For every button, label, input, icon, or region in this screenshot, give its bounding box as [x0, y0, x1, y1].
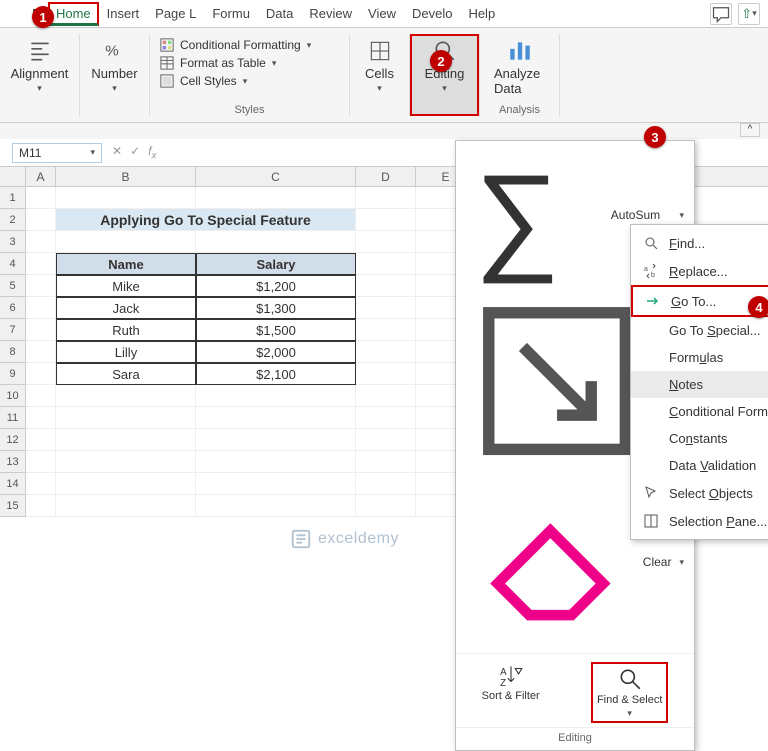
step-badge-1: 1 [32, 6, 54, 28]
menu-selection-pane[interactable]: Selection Pane... [631, 507, 768, 535]
watermark: exceldemy [290, 528, 399, 550]
menu-find[interactable]: Find... [631, 229, 768, 257]
cancel-formula-icon[interactable]: ✕ [112, 144, 122, 161]
comments-icon[interactable] [710, 3, 732, 25]
magnifier-icon [617, 666, 643, 692]
row-header[interactable]: 12 [0, 429, 26, 451]
table-cell[interactable]: $1,500 [196, 319, 356, 341]
tab-developer[interactable]: Develo [404, 2, 460, 25]
analysis-group-label: Analysis [499, 104, 540, 116]
row-header[interactable]: 6 [0, 297, 26, 319]
pane-icon [643, 513, 659, 529]
row-header[interactable]: 10 [0, 385, 26, 407]
row-header[interactable]: 15 [0, 495, 26, 517]
row-header[interactable]: 7 [0, 319, 26, 341]
menu-data-validation[interactable]: Data Validation [631, 452, 768, 479]
fx-icon[interactable]: fx [148, 144, 156, 161]
step-badge-2: 2 [430, 50, 452, 72]
ribbon-tabs: F Home Insert Page L Formu Data Review V… [0, 0, 768, 28]
chevron-down-icon: ▾ [112, 83, 117, 94]
svg-text:A: A [500, 667, 507, 678]
replace-icon: ab [643, 263, 659, 279]
svg-text:∑: ∑ [475, 151, 560, 284]
ribbon: Alignment ▾ % Number ▾ Conditional Forma… [0, 28, 768, 123]
arrow-right-icon [645, 293, 661, 309]
table-cell[interactable]: $1,300 [196, 297, 356, 319]
share-icon[interactable]: ⇧ ▾ [738, 3, 760, 25]
svg-text:a: a [644, 266, 648, 273]
collapse-ribbon-icon[interactable]: ^ [740, 123, 760, 137]
format-as-table-button[interactable]: Format as Table▾ [160, 56, 311, 70]
alignment-label: Alignment [11, 66, 69, 81]
tab-formulas[interactable]: Formu [204, 2, 258, 25]
menu-notes[interactable]: Notes [631, 371, 768, 398]
row-header[interactable]: 1 [0, 187, 26, 209]
cells-label: Cells [365, 66, 394, 81]
row-header[interactable]: 4 [0, 253, 26, 275]
alignment-button[interactable]: Alignment ▾ [7, 34, 73, 98]
table-cell[interactable]: Lilly [56, 341, 196, 363]
table-cell[interactable]: Sara [56, 363, 196, 385]
tab-home[interactable]: Home [48, 2, 99, 26]
row-header[interactable]: 11 [0, 407, 26, 429]
table-cell[interactable]: Jack [56, 297, 196, 319]
magnifier-icon [643, 235, 659, 251]
svg-text:Z: Z [500, 678, 506, 688]
row-header[interactable]: 2 [0, 209, 26, 231]
col-header-D[interactable]: D [356, 167, 416, 186]
name-box[interactable]: M11 ▾ [12, 143, 102, 163]
menu-goto[interactable]: Go To... [631, 285, 768, 317]
number-label: Number [91, 66, 137, 81]
analyze-label: Analyze Data [494, 66, 545, 96]
row-header[interactable]: 13 [0, 451, 26, 473]
select-all-corner[interactable] [0, 167, 26, 186]
row-header[interactable]: 14 [0, 473, 26, 495]
title-cell[interactable]: Applying Go To Special Feature [56, 209, 356, 231]
tab-insert[interactable]: Insert [99, 2, 148, 25]
row-header[interactable]: 3 [0, 231, 26, 253]
menu-goto-special[interactable]: Go To Special... [631, 317, 768, 344]
chevron-down-icon: ▾ [37, 83, 42, 94]
table-cell[interactable]: $2,000 [196, 341, 356, 363]
menu-cond-format[interactable]: Conditional Form [631, 398, 768, 425]
tab-view[interactable]: View [360, 2, 404, 25]
tab-page-layout[interactable]: Page L [147, 2, 204, 25]
step-badge-4: 4 [748, 296, 768, 318]
svg-text:%: % [105, 42, 118, 59]
tab-help[interactable]: Help [460, 2, 503, 25]
row-header[interactable]: 5 [0, 275, 26, 297]
table-cell[interactable]: $2,100 [196, 363, 356, 385]
tab-review[interactable]: Review [301, 2, 360, 25]
menu-replace[interactable]: ab Replace... [631, 257, 768, 285]
table-header-salary[interactable]: Salary [196, 253, 356, 275]
tab-data[interactable]: Data [258, 2, 301, 25]
editing-group-label: Editing [456, 727, 694, 746]
table-cell[interactable]: Mike [56, 275, 196, 297]
row-header[interactable]: 8 [0, 341, 26, 363]
table-cell[interactable]: Ruth [56, 319, 196, 341]
menu-select-objects[interactable]: Select Objects [631, 479, 768, 507]
row-header[interactable]: 9 [0, 363, 26, 385]
menu-constants[interactable]: Constants [631, 425, 768, 452]
cells-button[interactable]: Cells ▾ [361, 34, 398, 98]
find-select-button[interactable]: Find & Select▾ [591, 662, 668, 723]
styles-group-label: Styles [235, 104, 265, 116]
cursor-icon [643, 485, 659, 501]
sort-filter-button[interactable]: AZ Sort & Filter [482, 662, 540, 702]
svg-text:b: b [651, 272, 655, 279]
find-select-menu: Find... ab Replace... Go To... Go To Spe… [630, 224, 768, 540]
number-button[interactable]: % Number ▾ [87, 34, 141, 98]
analyze-data-button[interactable]: Analyze Data [490, 34, 549, 100]
cell-styles-button[interactable]: Cell Styles▾ [160, 74, 311, 88]
col-header-C[interactable]: C [196, 167, 356, 186]
col-header-B[interactable]: B [56, 167, 196, 186]
col-header-A[interactable]: A [26, 167, 56, 186]
chevron-down-icon: ▾ [90, 147, 95, 158]
menu-formulas[interactable]: Formulas [631, 344, 768, 371]
enter-formula-icon[interactable]: ✓ [130, 144, 140, 161]
step-badge-3: 3 [644, 126, 666, 148]
table-cell[interactable]: $1,200 [196, 275, 356, 297]
conditional-formatting-button[interactable]: Conditional Formatting▾ [160, 38, 311, 52]
table-header-name[interactable]: Name [56, 253, 196, 275]
